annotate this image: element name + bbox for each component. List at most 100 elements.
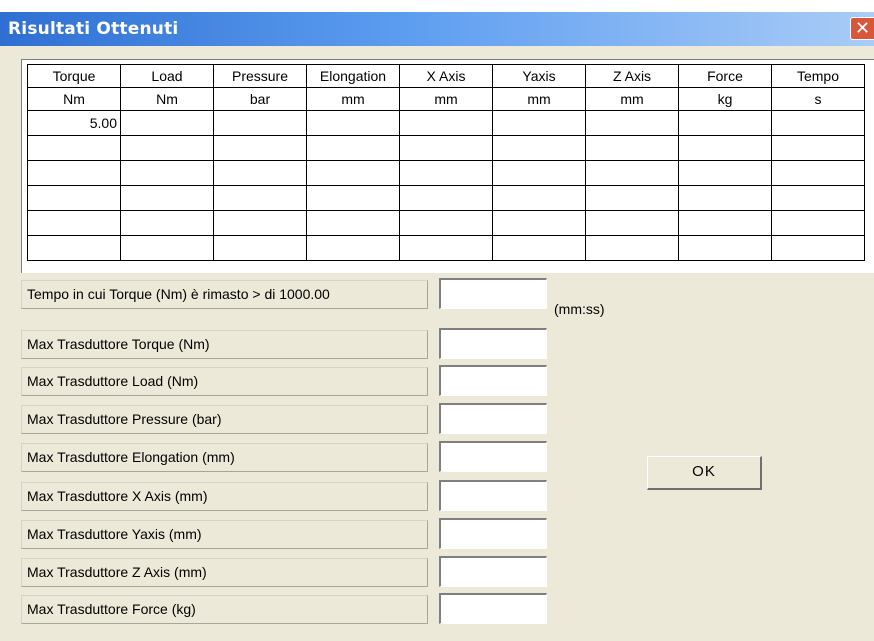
results-grid[interactable]: Torque Load Pressure Elongation X Axis Yaxis Z… xyxy=(21,59,874,273)
column-unit: mm xyxy=(399,87,493,111)
unit-row: Nm Nm bar mm mm mm mm kg s xyxy=(27,87,865,111)
table-cell[interactable] xyxy=(399,185,493,211)
result-label: Max Trasduttore Force (kg) xyxy=(21,595,428,624)
table-row xyxy=(27,235,865,261)
results-dialog: Risultati Ottenuti ✕ Torque Load Pressure E… xyxy=(0,12,874,641)
header-row: Torque Load Pressure Elongation X Axis Yaxis Z… xyxy=(27,64,865,88)
column-header: Pressure xyxy=(213,64,307,88)
table-cell[interactable] xyxy=(399,210,493,236)
column-unit: mm xyxy=(585,87,679,111)
table-row xyxy=(27,185,865,211)
result-label: Max Trasduttore Yaxis (mm) xyxy=(21,520,428,549)
close-button[interactable]: ✕ xyxy=(850,17,874,40)
table-cell[interactable] xyxy=(492,135,586,161)
table-cell[interactable] xyxy=(120,110,214,136)
table-cell[interactable] xyxy=(585,160,679,186)
table-row xyxy=(27,135,865,161)
result-field[interactable] xyxy=(439,441,547,472)
table-cell[interactable] xyxy=(585,110,679,136)
column-header: Yaxis xyxy=(492,64,586,88)
table-cell[interactable] xyxy=(399,235,493,261)
table-cell[interactable] xyxy=(399,135,493,161)
result-field[interactable] xyxy=(439,480,547,511)
result-field[interactable] xyxy=(439,403,547,434)
table-cell[interactable] xyxy=(771,235,865,261)
table-cell[interactable] xyxy=(678,185,772,211)
table-cell[interactable] xyxy=(213,160,307,186)
result-label: Max Trasduttore X Axis (mm) xyxy=(21,482,428,511)
results-table: Torque Load Pressure Elongation X Axis Yaxis Z… xyxy=(27,64,865,261)
table-cell[interactable] xyxy=(678,160,772,186)
table-cell[interactable]: 5.00 xyxy=(27,110,121,136)
time-unit-label: (mm:ss) xyxy=(554,301,605,317)
table-cell[interactable] xyxy=(120,235,214,261)
table-cell[interactable] xyxy=(306,210,400,236)
table-cell[interactable] xyxy=(27,185,121,211)
column-header: Z Axis xyxy=(585,64,679,88)
dialog-title: Risultati Ottenuti xyxy=(8,19,179,39)
table-cell[interactable] xyxy=(399,110,493,136)
table-cell[interactable] xyxy=(492,210,586,236)
result-field[interactable] xyxy=(439,518,547,549)
table-cell[interactable] xyxy=(678,210,772,236)
result-label: Max Trasduttore Pressure (bar) xyxy=(21,405,428,434)
column-unit: bar xyxy=(213,87,307,111)
table-cell[interactable] xyxy=(27,210,121,236)
title-bar[interactable]: Risultati Ottenuti ✕ xyxy=(0,12,874,46)
ok-button[interactable]: OK xyxy=(647,456,762,490)
column-unit: mm xyxy=(306,87,400,111)
table-cell[interactable] xyxy=(120,210,214,236)
table-cell[interactable] xyxy=(492,235,586,261)
table-cell[interactable] xyxy=(492,160,586,186)
column-header: Tempo xyxy=(771,64,865,88)
table-cell[interactable] xyxy=(306,235,400,261)
result-label: Max Trasduttore Load (Nm) xyxy=(21,367,428,396)
result-field[interactable] xyxy=(439,328,547,359)
table-cell[interactable] xyxy=(306,110,400,136)
table-cell[interactable] xyxy=(213,210,307,236)
table-cell[interactable] xyxy=(492,110,586,136)
table-cell[interactable] xyxy=(678,110,772,136)
table-cell[interactable] xyxy=(213,135,307,161)
table-cell[interactable] xyxy=(585,185,679,211)
table-cell[interactable] xyxy=(120,160,214,186)
table-cell[interactable] xyxy=(771,210,865,236)
table-cell[interactable] xyxy=(771,160,865,186)
table-cell[interactable] xyxy=(306,185,400,211)
table-cell[interactable] xyxy=(306,160,400,186)
table-cell[interactable] xyxy=(492,185,586,211)
result-field[interactable] xyxy=(439,278,547,309)
table-cell[interactable] xyxy=(27,235,121,261)
table-cell[interactable] xyxy=(771,135,865,161)
result-field[interactable] xyxy=(439,556,547,587)
column-unit: mm xyxy=(492,87,586,111)
result-label: Max Trasduttore Z Axis (mm) xyxy=(21,558,428,587)
table-cell[interactable] xyxy=(120,135,214,161)
close-icon: ✕ xyxy=(854,18,871,39)
table-cell[interactable] xyxy=(678,235,772,261)
table-cell[interactable] xyxy=(27,160,121,186)
table-cell[interactable] xyxy=(213,235,307,261)
table-cell[interactable] xyxy=(120,185,214,211)
column-header: X Axis xyxy=(399,64,493,88)
result-label: Max Trasduttore Elongation (mm) xyxy=(21,443,428,472)
result-field[interactable] xyxy=(439,365,547,396)
column-header: Force xyxy=(678,64,772,88)
result-field[interactable] xyxy=(439,593,547,624)
table-cell[interactable] xyxy=(771,110,865,136)
table-row xyxy=(27,210,865,236)
table-cell[interactable] xyxy=(771,185,865,211)
table-cell[interactable] xyxy=(585,210,679,236)
table-cell[interactable] xyxy=(678,135,772,161)
table-cell[interactable] xyxy=(213,110,307,136)
table-cell[interactable] xyxy=(306,135,400,161)
table-cell[interactable] xyxy=(213,185,307,211)
column-header: Load xyxy=(120,64,214,88)
table-row xyxy=(27,160,865,186)
table-cell[interactable] xyxy=(585,235,679,261)
table-cell[interactable] xyxy=(585,135,679,161)
table-cell[interactable] xyxy=(399,160,493,186)
result-label: Max Trasduttore Torque (Nm) xyxy=(21,330,428,359)
table-cell[interactable] xyxy=(27,135,121,161)
column-header: Elongation xyxy=(306,64,400,88)
